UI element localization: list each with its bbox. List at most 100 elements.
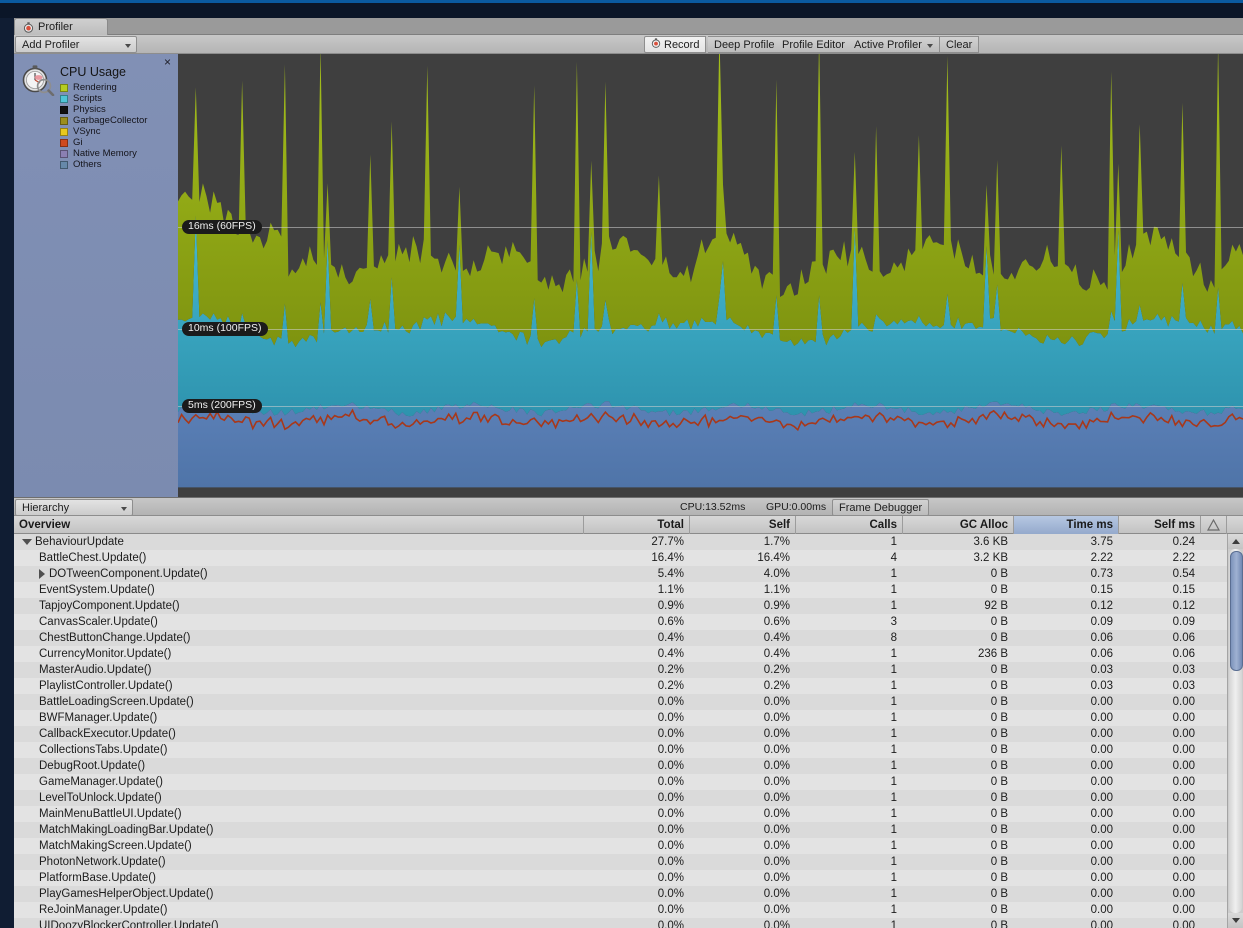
table-row[interactable]: PlatformBase.Update() 0.0% 0.0% 1 0 B 0.00 0.0…	[14, 870, 1227, 886]
table-row[interactable]: MatchMakingLoadingBar.Update() 0.0% 0.0% 1 0…	[14, 822, 1227, 838]
chevron-up-icon	[1231, 539, 1240, 544]
row-name-cell: LevelToUnlock.Update()	[39, 790, 162, 806]
row-label: PlatformBase.Update()	[39, 872, 156, 884]
legend-label: Rendering	[73, 82, 117, 93]
cell-time_ms: 0.00	[1090, 856, 1113, 868]
table-row[interactable]: TapjoyComponent.Update() 0.9% 0.9% 1 92 B 0.1…	[14, 598, 1227, 614]
clear-button[interactable]: Clear	[940, 36, 980, 53]
row-name-cell: TapjoyComponent.Update()	[39, 598, 180, 614]
record-button[interactable]: Record	[644, 36, 707, 53]
cell-time_ms: 2.22	[1090, 552, 1113, 564]
scrollbar-thumb[interactable]	[1230, 551, 1243, 671]
cell-self_ms: 0.00	[1172, 824, 1195, 836]
cell-self_ms: 0.12	[1172, 600, 1195, 612]
legend-item[interactable]: Gi	[60, 137, 147, 148]
cell-gc_alloc: 0 B	[990, 744, 1008, 756]
legend-item[interactable]: Rendering	[60, 82, 147, 93]
legend-item[interactable]: GarbageCollector	[60, 115, 147, 126]
cell-calls: 1	[890, 808, 897, 820]
column-header-self_ms[interactable]: Self ms	[1119, 516, 1201, 534]
row-label: PlaylistController.Update()	[39, 680, 173, 692]
cell-gc_alloc: 0 B	[990, 824, 1008, 836]
legend-label: Others	[73, 159, 102, 170]
hierarchy-view-dropdown[interactable]: Hierarchy	[15, 499, 133, 516]
table-row[interactable]: DOTweenComponent.Update() 5.4% 4.0% 1 0 B 0.7…	[14, 566, 1227, 582]
profiler-stopwatch-icon	[21, 62, 55, 97]
foldout-collapsed-icon[interactable]	[39, 569, 45, 579]
column-header-total[interactable]: Total	[584, 516, 690, 534]
legend-swatch-icon	[60, 105, 68, 114]
cell-total: 0.9%	[657, 600, 684, 612]
profiler-window-root: Profiler Add Profiler Record Deep Profil…	[0, 0, 1243, 928]
table-row[interactable]: CurrencyMonitor.Update() 0.4% 0.4% 1 236 B 0.…	[14, 646, 1227, 662]
column-header-gc_alloc[interactable]: GC Alloc	[903, 516, 1014, 534]
legend-item[interactable]: VSync	[60, 126, 147, 137]
scrollbar-track[interactable]	[1229, 549, 1243, 913]
table-row[interactable]: CanvasScaler.Update() 0.6% 0.6% 3 0 B 0.09 0.0…	[14, 614, 1227, 630]
table-row[interactable]: BattleChest.Update() 16.4% 16.4% 4 3.2 KB 2.2…	[14, 550, 1227, 566]
table-row[interactable]: CallbackExecutor.Update() 0.0% 0.0% 1 0 B 0.0…	[14, 726, 1227, 742]
legend-item[interactable]: Others	[60, 159, 147, 170]
column-header-self[interactable]: Self	[690, 516, 796, 534]
row-name-cell: CurrencyMonitor.Update()	[39, 646, 171, 662]
cell-total: 27.7%	[651, 536, 684, 548]
cell-self_ms: 0.09	[1172, 616, 1195, 628]
cpu-usage-chart[interactable]: 16ms (60FPS) 10ms (100FPS) 5ms (200FPS)	[177, 54, 1243, 497]
table-row[interactable]: GameManager.Update() 0.0% 0.0% 1 0 B 0.00 0.00	[14, 774, 1227, 790]
table-row[interactable]: DebugRoot.Update() 0.0% 0.0% 1 0 B 0.00 0.00	[14, 758, 1227, 774]
cell-total: 0.4%	[657, 632, 684, 644]
table-row[interactable]: MatchMakingScreen.Update() 0.0% 0.0% 1 0 B 0.…	[14, 838, 1227, 854]
legend-item[interactable]: Physics	[60, 104, 147, 115]
row-name-cell: MasterAudio.Update()	[39, 662, 152, 678]
cell-time_ms: 0.73	[1090, 568, 1113, 580]
gridline-10ms	[178, 329, 1243, 330]
add-profiler-dropdown[interactable]: Add Profiler	[15, 36, 137, 53]
cell-calls: 1	[890, 920, 897, 928]
column-header-calls[interactable]: Calls	[796, 516, 903, 534]
table-row[interactable]: MainMenuBattleUI.Update() 0.0% 0.0% 1 0 B 0.0…	[14, 806, 1227, 822]
column-header-name[interactable]: Overview	[14, 516, 584, 534]
row-label: CollectionsTabs.Update()	[39, 744, 168, 756]
cell-calls: 1	[890, 600, 897, 612]
legend-swatch-icon	[60, 138, 68, 147]
close-icon[interactable]: ×	[162, 56, 173, 68]
row-label: PhotonNetwork.Update()	[39, 856, 166, 868]
table-row[interactable]: LevelToUnlock.Update() 0.0% 0.0% 1 0 B 0.00 0.…	[14, 790, 1227, 806]
cell-gc_alloc: 0 B	[990, 616, 1008, 628]
table-vertical-scrollbar[interactable]	[1227, 534, 1243, 928]
cell-self: 0.6%	[763, 616, 790, 628]
table-row[interactable]: MasterAudio.Update() 0.2% 0.2% 1 0 B 0.03 0.03	[14, 662, 1227, 678]
cell-total: 0.0%	[657, 728, 684, 740]
table-row[interactable]: PhotonNetwork.Update() 0.0% 0.0% 1 0 B 0.00 0.…	[14, 854, 1227, 870]
table-row[interactable]: ReJoinManager.Update() 0.0% 0.0% 1 0 B 0.00 0.…	[14, 902, 1227, 918]
cell-self: 0.0%	[763, 744, 790, 756]
table-row[interactable]: BattleLoadingScreen.Update() 0.0% 0.0% 1 0 B…	[14, 694, 1227, 710]
cpu-usage-module-panel[interactable]: × CPU Usage RenderingScriptsPhysicsGa	[14, 54, 178, 497]
tab-profiler[interactable]: Profiler	[14, 18, 108, 35]
cell-self_ms: 0.00	[1172, 744, 1195, 756]
sort-order-toggle[interactable]	[1201, 516, 1227, 534]
cell-self: 0.0%	[763, 712, 790, 724]
table-row[interactable]: CollectionsTabs.Update() 0.0% 0.0% 1 0 B 0.00…	[14, 742, 1227, 758]
table-row[interactable]: EventSystem.Update() 1.1% 1.1% 1 0 B 0.15 0.15	[14, 582, 1227, 598]
scroll-down-button[interactable]	[1228, 913, 1243, 928]
table-row[interactable]: BWFManager.Update() 0.0% 0.0% 1 0 B 0.00 0.00	[14, 710, 1227, 726]
frame-debugger-button[interactable]: Frame Debugger	[832, 499, 930, 516]
deep-profile-button[interactable]: Deep Profile	[708, 36, 782, 53]
table-row[interactable]: PlayGamesHelperObject.Update() 0.0% 0.0% 1 0…	[14, 886, 1227, 902]
chevron-down-icon	[1231, 918, 1240, 923]
column-header-time_ms[interactable]: Time ms	[1014, 516, 1119, 534]
table-row[interactable]: UIDoozyBlockerController.Update() 0.0% 0.0…	[14, 918, 1227, 928]
scroll-up-button[interactable]	[1228, 534, 1243, 549]
profile-editor-button[interactable]: Profile Editor	[776, 36, 852, 53]
foldout-expanded-icon[interactable]	[22, 539, 32, 545]
row-label: PlayGamesHelperObject.Update()	[39, 888, 214, 900]
legend-item[interactable]: Scripts	[60, 93, 147, 104]
cell-self_ms: 0.06	[1172, 648, 1195, 660]
table-row[interactable]: BehaviourUpdate 27.7% 1.7% 1 3.6 KB 3.75 0.24	[14, 534, 1227, 550]
row-name-cell: CallbackExecutor.Update()	[39, 726, 176, 742]
legend-item[interactable]: Native Memory	[60, 148, 147, 159]
table-row[interactable]: ChestButtonChange.Update() 0.4% 0.4% 8 0 B 0.…	[14, 630, 1227, 646]
table-row[interactable]: PlaylistController.Update() 0.2% 0.2% 1 0 B 0…	[14, 678, 1227, 694]
active-profiler-dropdown[interactable]: Active Profiler	[848, 36, 940, 53]
